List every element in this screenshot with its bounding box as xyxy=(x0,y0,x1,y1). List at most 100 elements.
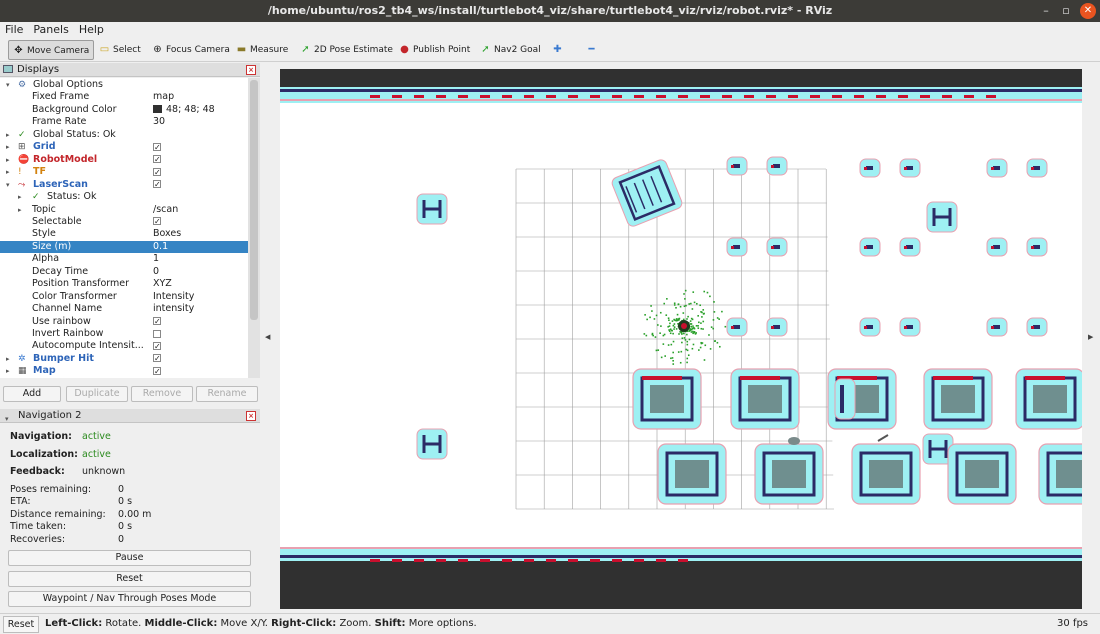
reset-view-button[interactable]: Reset xyxy=(3,616,39,633)
checkbox[interactable] xyxy=(153,328,161,340)
collapse-right-icon[interactable]: ▶ xyxy=(1088,333,1093,341)
add-tool-button[interactable]: ✚ xyxy=(548,40,569,60)
checkbox[interactable]: ✓ xyxy=(153,365,161,377)
display-row[interactable]: ▾ ⤳ LaserScan ✓ xyxy=(0,179,248,191)
tool-measure[interactable]: ▬ Measure xyxy=(232,40,291,60)
display-row[interactable]: Color Transformer Intensity xyxy=(0,291,248,303)
display-row[interactable]: Position Transformer XYZ xyxy=(0,278,248,290)
particle xyxy=(688,338,691,341)
display-row[interactable]: ▸ ⊞ Grid ✓ xyxy=(0,141,248,153)
menu-file[interactable]: File xyxy=(0,22,28,38)
expand-arrow-icon[interactable]: ▸ xyxy=(6,353,10,365)
checkbox-box[interactable] xyxy=(153,329,161,338)
property-value[interactable]: Boxes xyxy=(153,228,181,240)
rename-display-button[interactable]: Rename xyxy=(196,386,258,402)
checkbox-box[interactable]: ✓ xyxy=(153,167,161,176)
expand-arrow-icon[interactable]: ▸ xyxy=(18,191,22,203)
checkbox-box[interactable]: ✓ xyxy=(153,366,161,375)
minimize-icon[interactable]: – xyxy=(1035,0,1057,22)
collapse-left-icon[interactable]: ◀ xyxy=(265,333,270,341)
checkbox-box[interactable]: ✓ xyxy=(153,142,161,151)
property-value[interactable]: 30 xyxy=(153,116,165,128)
display-row[interactable]: ▸ ✓ Global Status: Ok xyxy=(0,129,248,141)
display-row[interactable]: Decay Time 0 xyxy=(0,266,248,278)
close-window-icon[interactable]: ✕ xyxy=(1080,3,1096,19)
tool-nav2-goal[interactable]: ➚ Nav2 Goal xyxy=(476,40,544,60)
display-row[interactable]: ▸ Topic/scan xyxy=(0,204,248,216)
tool-select[interactable]: ▭ Select xyxy=(95,40,144,60)
expand-arrow-icon[interactable]: ▸ xyxy=(18,204,22,216)
expand-arrow-icon[interactable]: ▸ xyxy=(6,141,10,153)
maximize-icon[interactable]: ▫ xyxy=(1055,0,1077,22)
checkbox[interactable]: ✓ xyxy=(153,353,161,365)
checkbox[interactable]: ✓ xyxy=(153,166,161,178)
checkbox-box[interactable]: ✓ xyxy=(153,217,161,226)
expand-arrow-icon[interactable]: ▸ xyxy=(6,166,10,178)
remove-display-button[interactable]: Remove xyxy=(131,386,193,402)
display-row[interactable]: Alpha 1 xyxy=(0,253,248,265)
display-row[interactable]: Background Color 48; 48; 48 xyxy=(0,104,248,116)
property-value[interactable]: XYZ xyxy=(153,278,172,290)
checkbox[interactable]: ✓ xyxy=(153,179,161,191)
checkbox[interactable]: ✓ xyxy=(153,141,161,153)
checkbox-box[interactable]: ✓ xyxy=(153,354,161,363)
collapse-arrow-icon[interactable]: ▾ xyxy=(5,412,9,426)
property-value[interactable]: map xyxy=(153,91,174,103)
menu-panels[interactable]: Panels xyxy=(28,22,73,38)
checkbox[interactable]: ✓ xyxy=(153,316,161,328)
display-row[interactable]: ▾ ⚙ Global Options xyxy=(0,79,248,91)
display-row[interactable]: ▸ ✓ Status: Ok xyxy=(0,191,248,203)
duplicate-display-button[interactable]: Duplicate xyxy=(66,386,128,402)
display-row[interactable]: ▸! TF ✓ xyxy=(0,166,248,178)
display-row[interactable]: Channel Name intensity xyxy=(0,303,248,315)
property-value[interactable]: 1 xyxy=(153,253,159,265)
checkbox[interactable]: ✓ xyxy=(153,154,161,166)
scrollbar-thumb[interactable] xyxy=(250,80,258,320)
property-value[interactable]: /scan xyxy=(153,204,178,216)
display-row[interactable]: Invert Rainbow xyxy=(0,328,248,340)
property-value[interactable]: Intensity xyxy=(153,291,194,303)
checkbox-box[interactable]: ✓ xyxy=(153,180,161,189)
checkbox-box[interactable]: ✓ xyxy=(153,341,161,350)
left-dock-splitter[interactable]: ◀ xyxy=(260,63,278,611)
display-row[interactable]: Size (m) 0.1 xyxy=(0,240,248,254)
pause-button[interactable]: Pause xyxy=(8,550,251,566)
expand-arrow-icon[interactable]: ▾ xyxy=(6,179,10,191)
nav-field: Recoveries: 0 xyxy=(10,534,124,546)
display-row[interactable]: Use rainbow ✓ xyxy=(0,316,248,328)
display-row[interactable]: Selectable ✓ xyxy=(0,216,248,228)
expand-arrow-icon[interactable]: ▸ xyxy=(6,365,10,377)
property-value[interactable]: intensity xyxy=(153,303,194,315)
display-row[interactable]: Style Boxes xyxy=(0,228,248,240)
waypoint-mode-button[interactable]: Waypoint / Nav Through Poses Mode xyxy=(8,591,251,607)
display-row[interactable]: Frame Rate 30 xyxy=(0,116,248,128)
display-row[interactable]: ▸ ✲ Bumper Hit ✓ xyxy=(0,353,248,365)
remove-tool-button[interactable]: ━ xyxy=(582,40,603,60)
add-display-button[interactable]: Add xyxy=(3,386,61,402)
reset-nav-button[interactable]: Reset xyxy=(8,570,251,587)
right-dock-splitter[interactable]: ▶ xyxy=(1083,63,1100,611)
tool-2d-pose-estimate[interactable]: ➚ 2D Pose Estimate xyxy=(296,40,396,60)
tool-focus-camera[interactable]: ⊕ Focus Camera xyxy=(148,40,233,60)
property-value[interactable]: 0 xyxy=(153,266,159,278)
tool-move-camera[interactable]: ✥ Move Camera xyxy=(8,40,94,60)
checkbox-box[interactable]: ✓ xyxy=(153,317,161,326)
displays-scrollbar[interactable] xyxy=(248,78,260,378)
checkbox[interactable]: ✓ xyxy=(153,340,161,352)
tool-publish-point[interactable]: ● Publish Point xyxy=(395,40,473,60)
expand-arrow-icon[interactable]: ▸ xyxy=(6,129,10,141)
property-value[interactable]: 0.1 xyxy=(153,241,168,253)
close-panel-icon[interactable]: × xyxy=(246,65,256,75)
property-value[interactable]: 48; 48; 48 xyxy=(153,104,215,116)
display-row[interactable]: ▸ ▦ Map ✓ xyxy=(0,365,248,377)
checkbox-box[interactable]: ✓ xyxy=(153,155,161,164)
expand-arrow-icon[interactable]: ▸ xyxy=(6,154,10,166)
render-viewport[interactable] xyxy=(280,69,1082,609)
expand-arrow-icon[interactable]: ▾ xyxy=(6,79,10,91)
close-panel-icon[interactable]: × xyxy=(246,411,256,421)
checkbox[interactable]: ✓ xyxy=(153,216,161,228)
menu-help[interactable]: Help xyxy=(74,22,109,38)
display-row[interactable]: ▸ ⛔ RobotModel ✓ xyxy=(0,154,248,166)
display-row[interactable]: Autocompute Intensit... ✓ xyxy=(0,340,248,352)
display-row[interactable]: Fixed Frame map xyxy=(0,91,248,103)
